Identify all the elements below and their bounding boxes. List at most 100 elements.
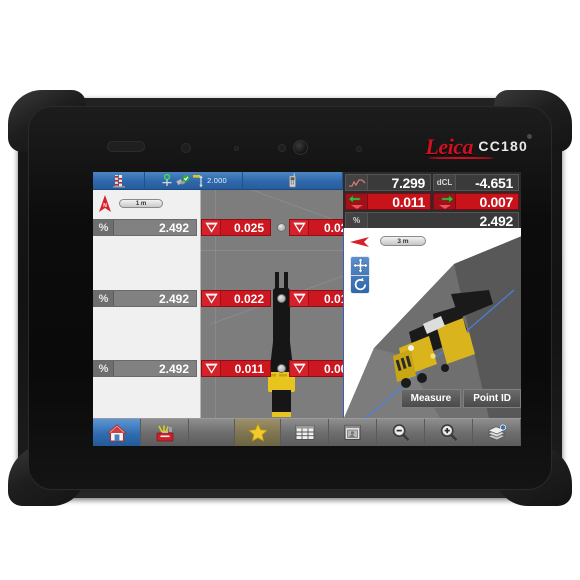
rotate-icon[interactable] bbox=[351, 276, 369, 294]
deviation-chip-right[interactable]: 0.007 bbox=[289, 360, 343, 377]
leica-logo: Leica bbox=[425, 134, 494, 159]
sensor-dot bbox=[234, 146, 239, 151]
dcl-label: dCL bbox=[436, 178, 453, 187]
zoom-in-icon bbox=[439, 423, 459, 442]
three-d-terrain-view[interactable]: 3 m Measure Point ID bbox=[343, 228, 521, 418]
dcl-label-icon: dCL bbox=[434, 175, 456, 190]
readout-slope[interactable]: % 2.492 bbox=[345, 212, 519, 229]
deviation-value: 0.025 bbox=[233, 220, 264, 235]
deviation-value: 0.011 bbox=[234, 361, 264, 376]
cross-section-panel[interactable]: N 1 m % 2.492 % 2.492 % 2.492 bbox=[93, 190, 201, 418]
table-icon bbox=[295, 424, 315, 441]
rugged-tablet-device: Leica CC180 2.000 7.299 dCL -4.651 0.011… bbox=[8, 90, 572, 506]
deviation-value: 0.007 bbox=[323, 361, 343, 376]
device-model-label: CC180 bbox=[478, 138, 528, 154]
pan-arrows-icon[interactable] bbox=[351, 257, 369, 275]
down-triangle-icon bbox=[290, 291, 309, 306]
status-machine-cell[interactable] bbox=[93, 172, 145, 190]
satellite-ok-icon bbox=[176, 174, 190, 188]
readout-row-slope: % 2.492 bbox=[345, 212, 519, 229]
sensor-dot bbox=[356, 146, 362, 152]
slope-chip[interactable]: % 2.492 bbox=[93, 360, 197, 377]
measure-button[interactable]: Measure bbox=[400, 389, 462, 408]
north-arrow-icon bbox=[350, 236, 370, 249]
toolbar-favorites[interactable] bbox=[235, 419, 281, 446]
toolbar-spacer[interactable] bbox=[189, 419, 235, 446]
status-sensors-cell[interactable]: 2.000 bbox=[145, 172, 243, 190]
readout-row-top: 7.299 dCL -4.651 bbox=[345, 174, 519, 191]
radio-modem-icon bbox=[288, 173, 297, 188]
scale-indicator-plan: 1 m bbox=[119, 199, 163, 208]
toolbar-layers[interactable] bbox=[473, 419, 521, 446]
down-triangle-icon bbox=[202, 291, 221, 306]
toolbar-zoom-in[interactable] bbox=[425, 419, 473, 446]
status-height-value: 2.000 bbox=[207, 176, 227, 185]
sensor-dot bbox=[181, 143, 191, 153]
point-id-button[interactable]: Point ID bbox=[463, 389, 521, 408]
sensor-node-marker[interactable] bbox=[277, 364, 286, 373]
camera-lens bbox=[293, 140, 308, 155]
slope-chip[interactable]: % 2.492 bbox=[93, 290, 197, 307]
sensor-node-marker[interactable] bbox=[277, 294, 286, 303]
view-navigation-control[interactable] bbox=[350, 256, 370, 294]
slope-row-value: 2.492 bbox=[158, 220, 189, 235]
machine-plan-view[interactable]: 0.025 0.021 0.022 bbox=[201, 190, 343, 418]
readout-left-offset[interactable]: 0.011 bbox=[345, 193, 431, 210]
layers-icon bbox=[486, 424, 507, 442]
deviation-chip-right[interactable]: 0.021 bbox=[289, 219, 343, 236]
deviation-chip-left[interactable]: 0.011 bbox=[201, 360, 271, 377]
sensor-node-marker[interactable] bbox=[277, 223, 286, 232]
toolbar-view[interactable] bbox=[329, 419, 377, 446]
height-arrow-icon bbox=[192, 174, 203, 188]
readout-chainage[interactable]: 7.299 bbox=[345, 174, 431, 191]
device-front-face: Leica CC180 2.000 7.299 dCL -4.651 0.011… bbox=[28, 106, 552, 490]
star-icon bbox=[247, 423, 268, 442]
grid-line bbox=[201, 250, 343, 251]
scale-indicator-3d: 3 m bbox=[380, 236, 426, 246]
percent-icon: % bbox=[346, 213, 368, 228]
measurement-readout-panel: 7.299 dCL -4.651 0.011 0.007 % 2.492 bbox=[343, 172, 521, 229]
percent-icon: % bbox=[94, 361, 114, 376]
view-window-icon bbox=[343, 424, 362, 441]
deviation-chip-left[interactable]: 0.025 bbox=[201, 219, 271, 236]
left-offset-value: 0.011 bbox=[392, 193, 425, 210]
toolbar-table[interactable] bbox=[281, 419, 329, 446]
toolbar-toolbox[interactable] bbox=[141, 419, 189, 446]
readout-row-offsets: 0.011 0.007 bbox=[345, 193, 519, 210]
home-icon bbox=[106, 423, 127, 442]
sensor-dot bbox=[278, 144, 286, 152]
status-radio-cell[interactable] bbox=[243, 172, 343, 190]
milling-machine-3d-icon bbox=[389, 288, 497, 398]
deviation-chip-right[interactable]: 0.019 bbox=[289, 290, 343, 307]
three-d-action-buttons: Measure Point ID bbox=[400, 389, 521, 408]
down-triangle-icon bbox=[202, 220, 221, 235]
touchscreen-display[interactable]: 2.000 7.299 dCL -4.651 0.011 0.007 % 2.4… bbox=[93, 172, 521, 446]
gps-antenna-icon bbox=[160, 173, 174, 188]
deviation-value: 0.019 bbox=[323, 291, 343, 306]
north-arrow-icon: N bbox=[98, 195, 112, 213]
status-bar: 2.000 bbox=[93, 172, 343, 190]
bottom-toolbar bbox=[93, 418, 521, 446]
slope-value: 2.492 bbox=[479, 212, 513, 229]
percent-icon: % bbox=[94, 220, 114, 235]
chainage-value: 7.299 bbox=[391, 174, 425, 191]
down-triangle-icon bbox=[290, 361, 309, 376]
dcl-value: -4.651 bbox=[475, 174, 513, 191]
deviation-value: 0.022 bbox=[233, 291, 264, 306]
deviation-value: 0.021 bbox=[323, 220, 343, 235]
slope-row-value: 2.492 bbox=[158, 291, 189, 306]
milling-machine-icon bbox=[112, 174, 126, 188]
percent-icon: % bbox=[94, 291, 114, 306]
deviation-chip-left[interactable]: 0.022 bbox=[201, 290, 271, 307]
toolbar-zoom-out[interactable] bbox=[377, 419, 425, 446]
arrow-left-green-icon bbox=[346, 194, 368, 209]
readout-right-offset[interactable]: 0.007 bbox=[433, 193, 519, 210]
down-triangle-icon bbox=[290, 220, 309, 235]
slope-chip[interactable]: % 2.492 bbox=[93, 219, 197, 236]
readout-dcl[interactable]: dCL -4.651 bbox=[433, 174, 519, 191]
speaker-grille bbox=[107, 141, 145, 152]
zoom-out-icon bbox=[391, 423, 411, 442]
down-triangle-icon bbox=[202, 361, 221, 376]
profile-curve-icon bbox=[346, 175, 368, 190]
toolbar-home[interactable] bbox=[93, 419, 141, 446]
